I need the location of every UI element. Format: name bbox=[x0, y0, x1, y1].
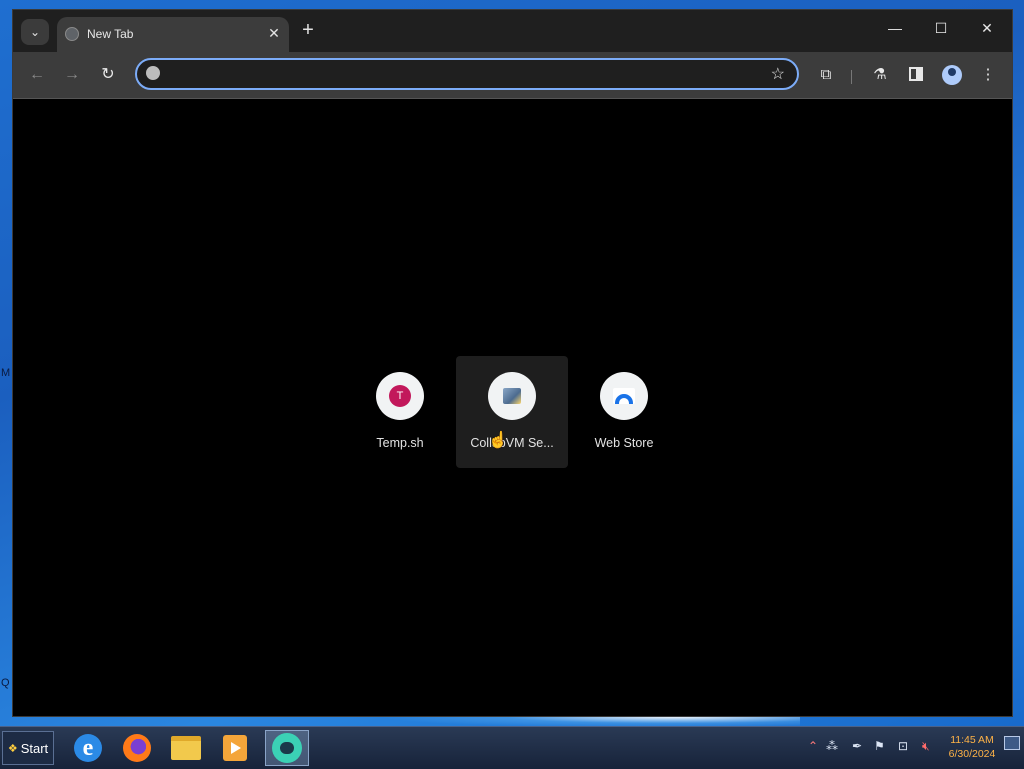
taskbar-app-internet-explorer[interactable]: e bbox=[66, 730, 110, 766]
toolbar-divider bbox=[851, 70, 852, 84]
new-tab-page: T Temp.sh CollabVM Se... Web Store bbox=[13, 99, 1012, 716]
chat-app-icon bbox=[272, 733, 302, 763]
maximize-button[interactable]: ☐ bbox=[926, 20, 956, 37]
extensions-icon[interactable]: ⧉ bbox=[814, 63, 838, 87]
tab-title: New Tab bbox=[87, 27, 134, 41]
menu-kebab-icon[interactable]: ⋮ bbox=[976, 63, 1000, 87]
back-button[interactable]: ← bbox=[25, 63, 49, 87]
reload-button[interactable]: ↻ bbox=[96, 63, 120, 87]
title-bar: ⌄ New Tab ✕ + — ☐ ✕ bbox=[13, 10, 1012, 52]
close-window-button[interactable]: ✕ bbox=[972, 20, 1002, 37]
search-engine-icon bbox=[146, 66, 160, 80]
windows-flag-icon: ❖ bbox=[7, 742, 18, 755]
close-tab-icon[interactable]: ✕ bbox=[265, 25, 283, 42]
shortcut-label: Temp.sh bbox=[376, 436, 424, 450]
clock-date: 6/30/2024 bbox=[948, 748, 996, 760]
labs-icon[interactable]: ⚗ bbox=[868, 63, 892, 87]
firefox-icon bbox=[123, 734, 151, 762]
web-store-icon bbox=[613, 388, 635, 404]
shortcut-icon-circle: T bbox=[376, 372, 424, 420]
shortcut-icon-circle bbox=[600, 372, 648, 420]
shortcut-label: CollabVM Se... bbox=[470, 436, 554, 450]
volume-muted-icon[interactable]: 🔇︎ bbox=[922, 739, 930, 754]
tab-search-button[interactable]: ⌄ bbox=[21, 19, 49, 45]
profile-avatar-icon[interactable] bbox=[940, 63, 964, 87]
tray-network-adapter-icon[interactable]: ⁂ bbox=[826, 739, 838, 753]
show-desktop-button[interactable] bbox=[1004, 736, 1020, 750]
taskbar: ❖ Start e ⌃ ⁂ ✒ ⚑ ⊡ 🔇︎ 11:45 AM 6/30/202… bbox=[0, 726, 1024, 769]
globe-icon bbox=[65, 27, 79, 41]
media-player-icon bbox=[223, 735, 247, 761]
new-tab-button[interactable]: + bbox=[297, 20, 319, 40]
start-label: Start bbox=[20, 740, 49, 756]
collabvm-icon bbox=[503, 388, 521, 404]
browser-toolbar: ← → ↻ ☆ ⧉ ⚗ ⋮ bbox=[13, 52, 1012, 99]
tray-pen-icon[interactable]: ✒ bbox=[852, 739, 862, 753]
network-icon[interactable]: ⊡ bbox=[898, 739, 908, 753]
desktop-icon-label-fragment: M bbox=[1, 367, 11, 379]
shortcut-tile-temp-sh[interactable]: T Temp.sh bbox=[344, 356, 456, 468]
taskbar-app-firefox[interactable] bbox=[115, 730, 159, 766]
browser-window: ⌄ New Tab ✕ + — ☐ ✕ ← → ↻ ☆ ⧉ ⚗ ⋮ T Temp… bbox=[12, 9, 1013, 717]
minimize-button[interactable]: — bbox=[880, 20, 910, 36]
temp-sh-icon: T bbox=[389, 385, 411, 407]
hand-cursor-icon: ☝ bbox=[488, 432, 508, 449]
taskbar-app-file-explorer[interactable] bbox=[164, 730, 208, 766]
start-button[interactable]: ❖ Start bbox=[2, 731, 54, 765]
shortcut-tile-collabvm[interactable]: CollabVM Se... bbox=[456, 356, 568, 468]
bookmark-star-icon[interactable]: ☆ bbox=[771, 64, 785, 84]
address-input[interactable] bbox=[169, 65, 753, 85]
taskbar-app-chat[interactable] bbox=[265, 730, 309, 766]
chevron-down-icon: ⌄ bbox=[29, 25, 41, 39]
shortcut-label: Web Store bbox=[594, 436, 654, 450]
address-bar[interactable]: ☆ bbox=[135, 58, 799, 90]
internet-explorer-icon: e bbox=[74, 734, 102, 762]
tray-expand-icon[interactable]: ⌃ bbox=[808, 739, 818, 753]
side-panel-icon[interactable] bbox=[904, 63, 928, 87]
forward-button[interactable]: → bbox=[60, 63, 84, 87]
shortcut-icon-circle bbox=[488, 372, 536, 420]
clock-time: 11:45 AM bbox=[950, 734, 994, 746]
system-clock[interactable]: 11:45 AM 6/30/2024 bbox=[944, 733, 1000, 761]
action-center-flag-icon[interactable]: ⚑ bbox=[874, 739, 885, 753]
taskbar-app-media-player[interactable] bbox=[213, 730, 257, 766]
tab-new-tab[interactable]: New Tab ✕ bbox=[57, 17, 289, 52]
folder-icon bbox=[171, 736, 201, 760]
desktop-icon-label-fragment: Q bbox=[1, 677, 10, 689]
shortcut-tile-web-store[interactable]: Web Store bbox=[568, 356, 680, 468]
